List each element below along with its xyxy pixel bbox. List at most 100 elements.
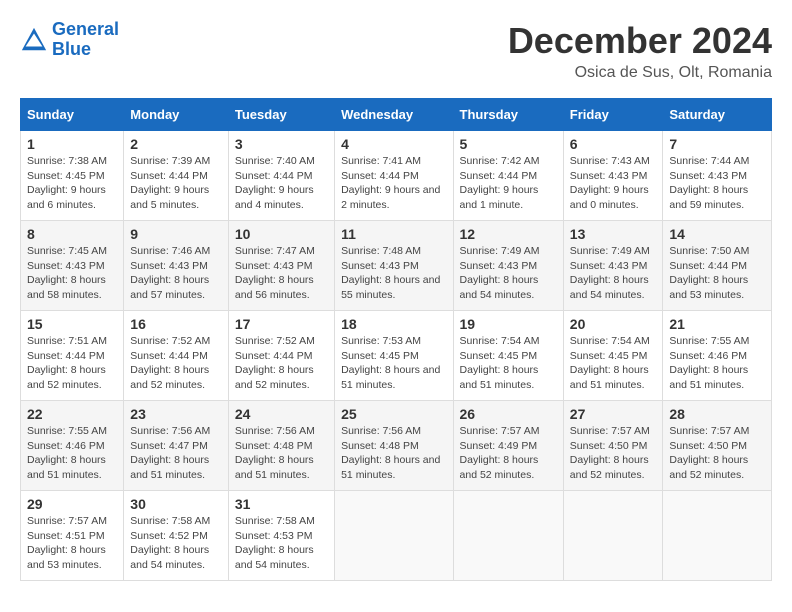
calendar-cell (563, 491, 663, 581)
day-number: 7 (669, 136, 765, 152)
header-row: SundayMondayTuesdayWednesdayThursdayFrid… (21, 99, 772, 131)
day-number: 29 (27, 496, 117, 512)
day-number: 17 (235, 316, 328, 332)
day-number: 30 (130, 496, 222, 512)
day-info: Sunrise: 7:50 AMSunset: 4:44 PMDaylight:… (669, 244, 765, 303)
day-number: 26 (460, 406, 557, 422)
header-cell-wednesday: Wednesday (335, 99, 453, 131)
calendar-row-0: 1 Sunrise: 7:38 AMSunset: 4:45 PMDaylight… (21, 131, 772, 221)
calendar-cell: 20 Sunrise: 7:54 AMSunset: 4:45 PMDayligh… (563, 311, 663, 401)
day-info: Sunrise: 7:53 AMSunset: 4:45 PMDaylight:… (341, 334, 446, 393)
logo-line1: General (52, 19, 119, 39)
day-number: 21 (669, 316, 765, 332)
calendar-cell: 5 Sunrise: 7:42 AMSunset: 4:44 PMDaylight… (453, 131, 563, 221)
calendar-cell: 29 Sunrise: 7:57 AMSunset: 4:51 PMDayligh… (21, 491, 124, 581)
day-number: 3 (235, 136, 328, 152)
header-cell-monday: Monday (124, 99, 229, 131)
day-info: Sunrise: 7:42 AMSunset: 4:44 PMDaylight:… (460, 154, 557, 213)
day-number: 27 (570, 406, 657, 422)
subtitle: Osica de Sus, Olt, Romania (508, 64, 772, 82)
logo-line2: Blue (52, 39, 91, 59)
day-info: Sunrise: 7:57 AMSunset: 4:51 PMDaylight:… (27, 514, 117, 573)
day-number: 15 (27, 316, 117, 332)
day-info: Sunrise: 7:57 AMSunset: 4:49 PMDaylight:… (460, 424, 557, 483)
calendar-row-4: 29 Sunrise: 7:57 AMSunset: 4:51 PMDayligh… (21, 491, 772, 581)
calendar-cell: 2 Sunrise: 7:39 AMSunset: 4:44 PMDaylight… (124, 131, 229, 221)
day-info: Sunrise: 7:58 AMSunset: 4:53 PMDaylight:… (235, 514, 328, 573)
day-info: Sunrise: 7:57 AMSunset: 4:50 PMDaylight:… (669, 424, 765, 483)
day-number: 25 (341, 406, 446, 422)
calendar-cell: 16 Sunrise: 7:52 AMSunset: 4:44 PMDayligh… (124, 311, 229, 401)
day-info: Sunrise: 7:39 AMSunset: 4:44 PMDaylight:… (130, 154, 222, 213)
day-number: 12 (460, 226, 557, 242)
day-number: 23 (130, 406, 222, 422)
day-number: 28 (669, 406, 765, 422)
day-info: Sunrise: 7:44 AMSunset: 4:43 PMDaylight:… (669, 154, 765, 213)
logo-text: General Blue (52, 20, 119, 60)
day-info: Sunrise: 7:56 AMSunset: 4:47 PMDaylight:… (130, 424, 222, 483)
calendar-cell: 13Sunrise: 7:49 AMSunset: 4:43 PMDayligh… (563, 221, 663, 311)
day-number: 5 (460, 136, 557, 152)
calendar-cell: 30 Sunrise: 7:58 AMSunset: 4:52 PMDayligh… (124, 491, 229, 581)
calendar-cell: 8Sunrise: 7:45 AMSunset: 4:43 PMDaylight… (21, 221, 124, 311)
calendar-cell: 4Sunrise: 7:41 AMSunset: 4:44 PMDaylight… (335, 131, 453, 221)
day-info: Sunrise: 7:38 AMSunset: 4:45 PMDaylight:… (27, 154, 117, 213)
calendar-header: SundayMondayTuesdayWednesdayThursdayFrid… (21, 99, 772, 131)
calendar-cell: 26 Sunrise: 7:57 AMSunset: 4:49 PMDayligh… (453, 401, 563, 491)
logo: General Blue (20, 20, 119, 60)
day-number: 22 (27, 406, 117, 422)
day-info: Sunrise: 7:56 AMSunset: 4:48 PMDaylight:… (235, 424, 328, 483)
calendar-cell: 22 Sunrise: 7:55 AMSunset: 4:46 PMDayligh… (21, 401, 124, 491)
day-info: Sunrise: 7:52 AMSunset: 4:44 PMDaylight:… (130, 334, 222, 393)
day-info: Sunrise: 7:49 AMSunset: 4:43 PMDaylight:… (460, 244, 557, 303)
day-info: Sunrise: 7:48 AMSunset: 4:43 PMDaylight:… (341, 244, 446, 303)
header-cell-tuesday: Tuesday (228, 99, 334, 131)
day-number: 19 (460, 316, 557, 332)
calendar-cell: 11Sunrise: 7:48 AMSunset: 4:43 PMDayligh… (335, 221, 453, 311)
calendar-cell: 6 Sunrise: 7:43 AMSunset: 4:43 PMDaylight… (563, 131, 663, 221)
day-info: Sunrise: 7:46 AMSunset: 4:43 PMDaylight:… (130, 244, 222, 303)
calendar-row-3: 22 Sunrise: 7:55 AMSunset: 4:46 PMDayligh… (21, 401, 772, 491)
calendar-row-1: 8Sunrise: 7:45 AMSunset: 4:43 PMDaylight… (21, 221, 772, 311)
logo-icon (20, 26, 48, 54)
calendar-body: 1 Sunrise: 7:38 AMSunset: 4:45 PMDaylight… (21, 131, 772, 581)
day-info: Sunrise: 7:58 AMSunset: 4:52 PMDaylight:… (130, 514, 222, 573)
day-number: 31 (235, 496, 328, 512)
header-cell-saturday: Saturday (663, 99, 772, 131)
calendar-cell: 9Sunrise: 7:46 AMSunset: 4:43 PMDaylight… (124, 221, 229, 311)
calendar-cell: 1 Sunrise: 7:38 AMSunset: 4:45 PMDaylight… (21, 131, 124, 221)
calendar-cell: 3Sunrise: 7:40 AMSunset: 4:44 PMDaylight… (228, 131, 334, 221)
calendar-cell: 25 Sunrise: 7:56 AMSunset: 4:48 PMDayligh… (335, 401, 453, 491)
day-info: Sunrise: 7:55 AMSunset: 4:46 PMDaylight:… (669, 334, 765, 393)
day-info: Sunrise: 7:43 AMSunset: 4:43 PMDaylight:… (570, 154, 657, 213)
calendar-cell: 31 Sunrise: 7:58 AMSunset: 4:53 PMDayligh… (228, 491, 334, 581)
calendar-cell: 18Sunrise: 7:53 AMSunset: 4:45 PMDayligh… (335, 311, 453, 401)
calendar-cell (663, 491, 772, 581)
header-cell-thursday: Thursday (453, 99, 563, 131)
calendar-row-2: 15Sunrise: 7:51 AMSunset: 4:44 PMDayligh… (21, 311, 772, 401)
calendar-cell: 14 Sunrise: 7:50 AMSunset: 4:44 PMDayligh… (663, 221, 772, 311)
day-info: Sunrise: 7:55 AMSunset: 4:46 PMDaylight:… (27, 424, 117, 483)
calendar-cell: 23 Sunrise: 7:56 AMSunset: 4:47 PMDayligh… (124, 401, 229, 491)
day-number: 2 (130, 136, 222, 152)
day-number: 20 (570, 316, 657, 332)
calendar-cell: 28 Sunrise: 7:57 AMSunset: 4:50 PMDayligh… (663, 401, 772, 491)
day-info: Sunrise: 7:54 AMSunset: 4:45 PMDaylight:… (570, 334, 657, 393)
calendar-cell: 17 Sunrise: 7:52 AMSunset: 4:44 PMDayligh… (228, 311, 334, 401)
day-info: Sunrise: 7:45 AMSunset: 4:43 PMDaylight:… (27, 244, 117, 303)
calendar-cell: 10Sunrise: 7:47 AMSunset: 4:43 PMDayligh… (228, 221, 334, 311)
day-number: 6 (570, 136, 657, 152)
day-info: Sunrise: 7:57 AMSunset: 4:50 PMDaylight:… (570, 424, 657, 483)
day-number: 14 (669, 226, 765, 242)
calendar-cell: 12 Sunrise: 7:49 AMSunset: 4:43 PMDayligh… (453, 221, 563, 311)
day-info: Sunrise: 7:52 AMSunset: 4:44 PMDaylight:… (235, 334, 328, 393)
calendar-cell: 7 Sunrise: 7:44 AMSunset: 4:43 PMDaylight… (663, 131, 772, 221)
day-number: 1 (27, 136, 117, 152)
calendar-table: SundayMondayTuesdayWednesdayThursdayFrid… (20, 98, 772, 581)
calendar-cell: 15Sunrise: 7:51 AMSunset: 4:44 PMDayligh… (21, 311, 124, 401)
header-cell-friday: Friday (563, 99, 663, 131)
day-number: 16 (130, 316, 222, 332)
day-info: Sunrise: 7:56 AMSunset: 4:48 PMDaylight:… (341, 424, 446, 483)
calendar-cell (335, 491, 453, 581)
header-cell-sunday: Sunday (21, 99, 124, 131)
